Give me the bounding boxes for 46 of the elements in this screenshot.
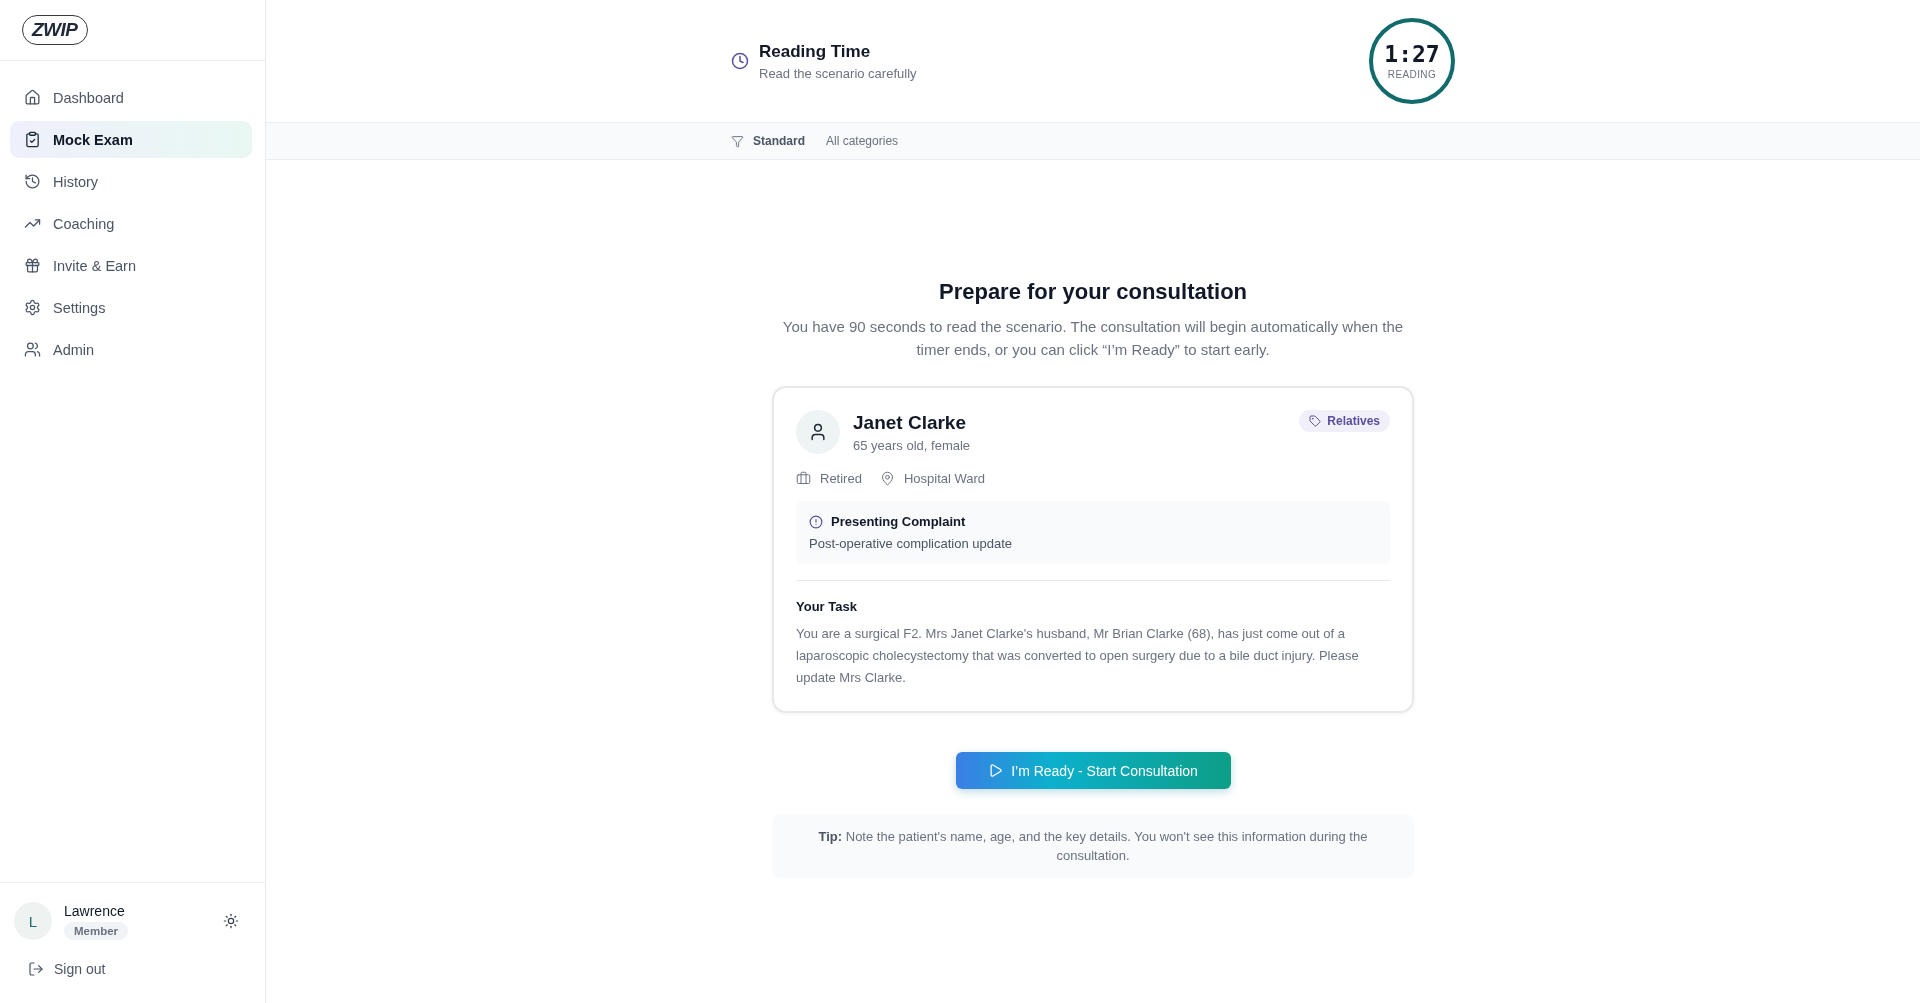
occupation-text: Retired — [820, 471, 862, 486]
task-text: You are a surgical F2. Mrs Janet Clarke's husband, Mr Brian Clarke (68), has just come out of a laparoscopic cholecystectomy that was converted to open surgery due to a bile duct injury. Please update Mrs Clarke. — [796, 625, 1360, 687]
category-filter[interactable]: All categories — [826, 134, 899, 148]
tip-text: Tip: Note the patient's name, age, and the key details. You won't see this information during the consultation. — [772, 814, 1414, 878]
user-avatar: L — [14, 902, 52, 940]
header-title: Reading Time — [759, 41, 872, 62]
page-heading: Prepare for your consultation — [938, 278, 1248, 306]
intro-text: You have 90 seconds to read the scenario. The consultation will begin automatically when the timer ends, or you can click “I’m Ready” to start early. — [781, 317, 1405, 360]
alert-circle-icon — [809, 514, 823, 529]
task-title: Your Task — [796, 599, 858, 614]
sign-out-button[interactable]: Sign out — [28, 961, 106, 977]
complaint-title: Presenting Complaint — [831, 514, 966, 529]
user-icon — [796, 410, 840, 454]
nav-item[interactable]: Invite & Earn — [10, 247, 252, 284]
nav-item[interactable]: History — [10, 163, 252, 200]
timer-label: READING — [1387, 68, 1437, 80]
patient-name: Janet Clarke — [853, 412, 967, 434]
clock-icon — [731, 52, 749, 70]
nav-item[interactable]: Dashboard — [10, 79, 252, 116]
briefcase-icon — [796, 471, 811, 486]
nav-item[interactable]: Coaching — [10, 205, 252, 242]
nav-item[interactable]: Settings — [10, 289, 252, 326]
tag-icon — [1309, 415, 1322, 427]
settings-icon — [24, 299, 41, 316]
users-icon — [24, 341, 41, 358]
nav-item[interactable]: Mock Exam — [10, 121, 252, 158]
map-pin-icon — [879, 471, 895, 486]
timer-value: 1:27 — [1384, 42, 1440, 66]
theme-toggle-button[interactable] — [223, 913, 239, 929]
category-tag: Relatives — [1299, 410, 1390, 432]
history-icon — [24, 173, 41, 190]
sun-icon — [223, 913, 239, 929]
patient-details: 65 years old, female — [853, 438, 972, 453]
location-text: Hospital Ward — [903, 471, 986, 486]
user-name: Lawrence — [64, 902, 125, 919]
complaint-text: Post-operative complication update — [809, 536, 1014, 551]
filter-icon — [731, 134, 744, 148]
nav-item[interactable]: Admin — [10, 331, 252, 368]
clipboard-check-icon — [24, 131, 41, 148]
role-badge: Member — [64, 921, 129, 940]
sign-out-icon — [28, 961, 44, 977]
play-icon — [988, 763, 1004, 778]
header-subtitle: Read the scenario carefully — [759, 65, 917, 81]
mode-filter[interactable]: Standard — [753, 134, 805, 148]
gift-icon — [24, 257, 41, 274]
house-icon — [24, 89, 41, 106]
